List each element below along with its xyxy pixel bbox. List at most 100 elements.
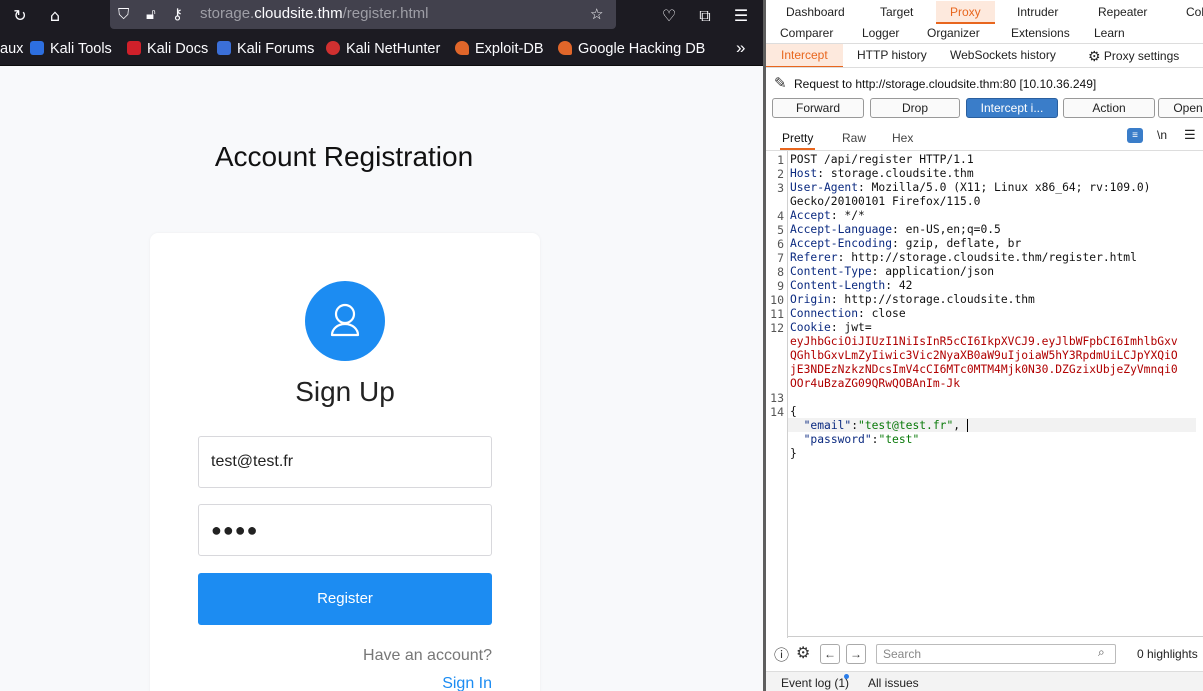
drop-button[interactable]: Drop — [870, 98, 960, 118]
tab-target[interactable]: Target — [880, 5, 913, 19]
bookmarks-overflow-icon[interactable]: » — [736, 38, 745, 58]
header-referer: Referer: http://storage.cloudsite.thm/re… — [790, 251, 1137, 264]
intercept-toggle-button[interactable]: Intercept i... — [966, 98, 1058, 118]
key-icon[interactable]: ⚷ — [172, 4, 183, 24]
header-connection: Connection: close — [790, 307, 906, 320]
tab-learn[interactable]: Learn — [1094, 26, 1125, 40]
password-field[interactable]: ●●●● — [198, 504, 492, 556]
exploit-db-icon — [455, 41, 469, 55]
pencil-icon: ✎ — [774, 75, 787, 92]
line-number: 1 — [777, 153, 784, 167]
view-tab-raw[interactable]: Raw — [842, 131, 866, 145]
bookmark-kali-nethunter[interactable]: Kali NetHunter — [326, 41, 440, 57]
view-tab-hex[interactable]: Hex — [892, 131, 913, 145]
url-text[interactable]: storage.cloudsite.thm/register.html — [200, 5, 428, 22]
wrap-lines-icon[interactable]: ≡ — [1127, 128, 1143, 143]
next-match-icon[interactable]: → — [846, 644, 866, 664]
line-number: 6 — [777, 237, 784, 251]
line-number: 12 — [770, 321, 784, 335]
shield-icon[interactable]: ⛉ — [118, 4, 129, 24]
request-target: Request to http://storage.cloudsite.thm:… — [794, 77, 1097, 91]
event-log-link[interactable]: Event log (1) — [781, 676, 849, 690]
search-input[interactable]: Search — [876, 644, 1116, 664]
header-content-length: Content-Length: 42 — [790, 279, 913, 292]
request-editor[interactable]: 1 2 3 4 5 6 7 8 9 10 11 12 13 14 POST /a… — [766, 150, 1203, 638]
help-icon[interactable]: ⓘ — [774, 644, 789, 665]
header-user-agent: User-Agent: Mozilla/5.0 (X11; Linux x86_… — [790, 181, 1151, 194]
subtab-websockets-history[interactable]: WebSockets history — [950, 48, 1056, 62]
line-number: 14 — [770, 405, 784, 419]
tab-collaborator[interactable]: Col — [1186, 5, 1203, 19]
cookie-jwt: QGhlbGxvLmZyIiwic3Vic2NyaXB0aW9uIjoiaW5h… — [790, 349, 1178, 362]
header-accept: Accept: */* — [790, 209, 865, 222]
header-accept-language: Accept-Language: en-US,en;q=0.5 — [790, 223, 1001, 236]
firefox-window: ↻ ⌂ ⛉ 🔓︎ ⚷ storage.cloudsite.thm/registe… — [0, 0, 763, 691]
proxy-settings-button[interactable]: ⚙ Proxy settings — [1088, 48, 1179, 65]
bookmark-star-icon[interactable]: ☆ — [590, 4, 603, 24]
tab-repeater[interactable]: Repeater — [1098, 5, 1147, 19]
subtab-http-history[interactable]: HTTP history — [857, 48, 927, 62]
header-user-agent-cont: Gecko/20100101 Firefox/115.0 — [790, 195, 981, 208]
line-number: 8 — [777, 265, 784, 279]
home-icon[interactable]: ⌂ — [43, 5, 67, 27]
settings-icon[interactable]: ⚙ — [796, 643, 810, 663]
address-bar[interactable]: ⛉ 🔓︎ ⚷ storage.cloudsite.thm/register.ht… — [110, 0, 616, 29]
line-number: 2 — [777, 167, 784, 181]
editor-menu-icon[interactable]: ☰ — [1184, 127, 1196, 143]
header-cookie: Cookie: jwt= — [790, 321, 872, 334]
subtab-intercept[interactable]: Intercept — [766, 44, 843, 68]
request-line: POST /api/register HTTP/1.1 — [790, 153, 974, 166]
json-email: "email":"test@test.fr", — [803, 419, 961, 432]
tab-dashboard[interactable]: Dashboard — [786, 5, 845, 19]
cookie-jwt: eyJhbGciOiJIUzI1NiIsInR5cCI6IkpXVCJ9.eyJ… — [790, 335, 1178, 348]
user-icon — [305, 281, 385, 361]
lock-insecure-icon[interactable]: 🔓︎ — [146, 4, 156, 24]
bookmark-kali-forums[interactable]: Kali Forums — [217, 41, 314, 57]
bookmark-kali-docs[interactable]: Kali Docs — [127, 41, 208, 57]
sign-in-link[interactable]: Sign In — [442, 675, 492, 691]
screen: ↻ ⌂ ⛉ 🔓︎ ⚷ storage.cloudsite.thm/registe… — [0, 0, 1203, 691]
all-issues-link[interactable]: All issues — [868, 676, 919, 690]
email-field[interactable]: test@test.fr — [198, 436, 492, 488]
header-origin: Origin: http://storage.cloudsite.thm — [790, 293, 1035, 306]
page-title: Account Registration — [214, 141, 474, 172]
open-browser-button[interactable]: Open — [1158, 98, 1203, 118]
subtab-divider — [766, 67, 1203, 68]
event-log-dot — [844, 674, 849, 679]
reload-icon[interactable]: ↻ — [8, 5, 32, 27]
header-content-type: Content-Type: application/json — [790, 265, 995, 278]
json-open-brace: { — [790, 405, 797, 418]
register-button[interactable]: Register — [198, 573, 492, 625]
extensions-icon[interactable]: ⧉ — [693, 5, 717, 27]
previous-match-icon[interactable]: ← — [820, 644, 840, 664]
header-host: Host: storage.cloudsite.thm — [790, 167, 974, 180]
bookmark-aux[interactable]: aux — [0, 41, 23, 57]
pocket-icon[interactable]: ♡ — [657, 5, 681, 27]
tab-comparer[interactable]: Comparer — [780, 26, 833, 40]
signup-heading: Sign Up — [295, 376, 395, 407]
bookmark-exploit-db[interactable]: Exploit-DB — [455, 41, 544, 57]
line-number: 13 — [770, 391, 784, 405]
tab-intruder[interactable]: Intruder — [1017, 5, 1058, 19]
browser-toolbar: ↻ ⌂ ⛉ 🔓︎ ⚷ storage.cloudsite.thm/registe… — [0, 0, 763, 33]
view-tab-pretty[interactable]: Pretty — [780, 131, 816, 150]
tab-extensions[interactable]: Extensions — [1011, 26, 1070, 40]
bookmark-kali-tools[interactable]: Kali Tools — [30, 41, 112, 57]
action-button[interactable]: Action — [1063, 98, 1155, 118]
line-number: 7 — [777, 251, 784, 265]
bookmark-google-hacking-db[interactable]: Google Hacking DB — [558, 41, 705, 57]
newline-toggle[interactable]: \n — [1157, 128, 1167, 142]
signup-card: Sign Up test@test.fr ●●●● Register Have … — [150, 233, 540, 691]
tab-organizer[interactable]: Organizer — [927, 26, 980, 40]
gear-icon: ⚙ — [1088, 48, 1101, 64]
kali-tools-icon — [30, 41, 44, 55]
highlights-count: 0 highlights — [1137, 647, 1198, 661]
json-password: "password":"test" — [803, 433, 920, 446]
line-gutter: 1 2 3 4 5 6 7 8 9 10 11 12 13 14 — [766, 151, 788, 638]
cookie-jwt: jE3NDEzNzkzNDcsImV4cCI6MTc0MTM4Mjk0N30.D… — [790, 363, 1178, 376]
menu-icon[interactable]: ☰ — [729, 5, 753, 27]
forward-button[interactable]: Forward — [772, 98, 864, 118]
tab-proxy[interactable]: Proxy — [936, 1, 995, 24]
tab-logger[interactable]: Logger — [862, 26, 899, 40]
status-bar: Event log (1) All issues — [766, 671, 1203, 691]
